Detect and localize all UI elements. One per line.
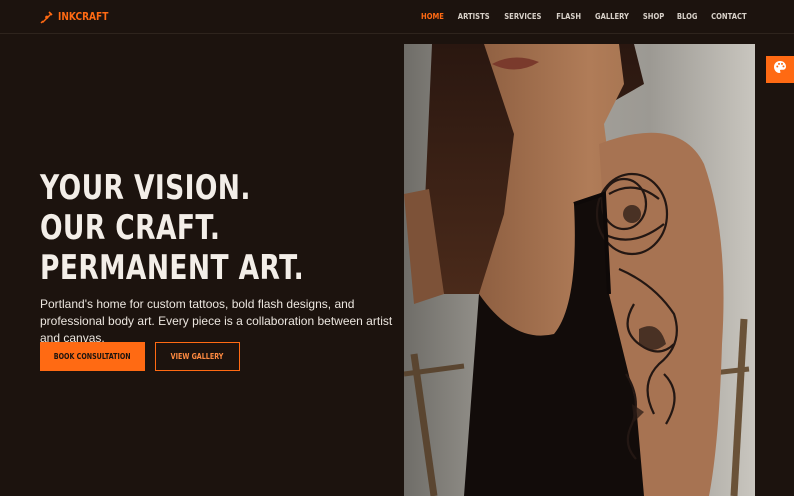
brand-logo[interactable]: INKCRAFT xyxy=(40,10,119,24)
nav-gallery[interactable]: GALLERY xyxy=(595,12,629,21)
hero-heading-line-3: PERMANENT ART. xyxy=(40,248,305,288)
pen-nib-icon xyxy=(40,10,54,24)
palette-widget-button[interactable] xyxy=(766,56,794,83)
hero-heading-line-1: YOUR VISION. xyxy=(40,168,251,208)
nav-contact[interactable]: CONTACT xyxy=(711,12,746,21)
nav-artists[interactable]: ARTISTS xyxy=(457,12,489,21)
palette-icon xyxy=(773,60,787,79)
book-consultation-button[interactable]: BOOK CONSULTATION xyxy=(40,342,145,371)
main-nav: HOME ARTISTS SERVICES FLASH GALLERY SHOP… xyxy=(410,12,750,21)
book-consultation-label: BOOK CONSULTATION xyxy=(54,352,131,361)
nav-blog[interactable]: BLOG xyxy=(677,12,698,21)
hero-heading-line-2: OUR CRAFT. xyxy=(40,208,221,248)
brand-name: INKCRAFT xyxy=(58,10,109,23)
tattooed-woman-photo xyxy=(404,44,755,496)
hero-subtitle: Portland's home for custom tattoos, bold… xyxy=(40,297,393,345)
top-navbar: INKCRAFT HOME ARTISTS SERVICES FLASH GAL… xyxy=(0,0,794,34)
nav-shop[interactable]: SHOP xyxy=(643,12,664,21)
nav-home[interactable]: HOME xyxy=(421,12,444,21)
hero-heading: YOUR VISION. OUR CRAFT. PERMANENT ART. xyxy=(40,168,304,288)
nav-flash[interactable]: FLASH xyxy=(556,12,581,21)
view-gallery-label: VIEW GALLERY xyxy=(171,352,224,361)
nav-services[interactable]: SERVICES xyxy=(504,12,541,21)
view-gallery-button[interactable]: VIEW GALLERY xyxy=(155,342,240,371)
